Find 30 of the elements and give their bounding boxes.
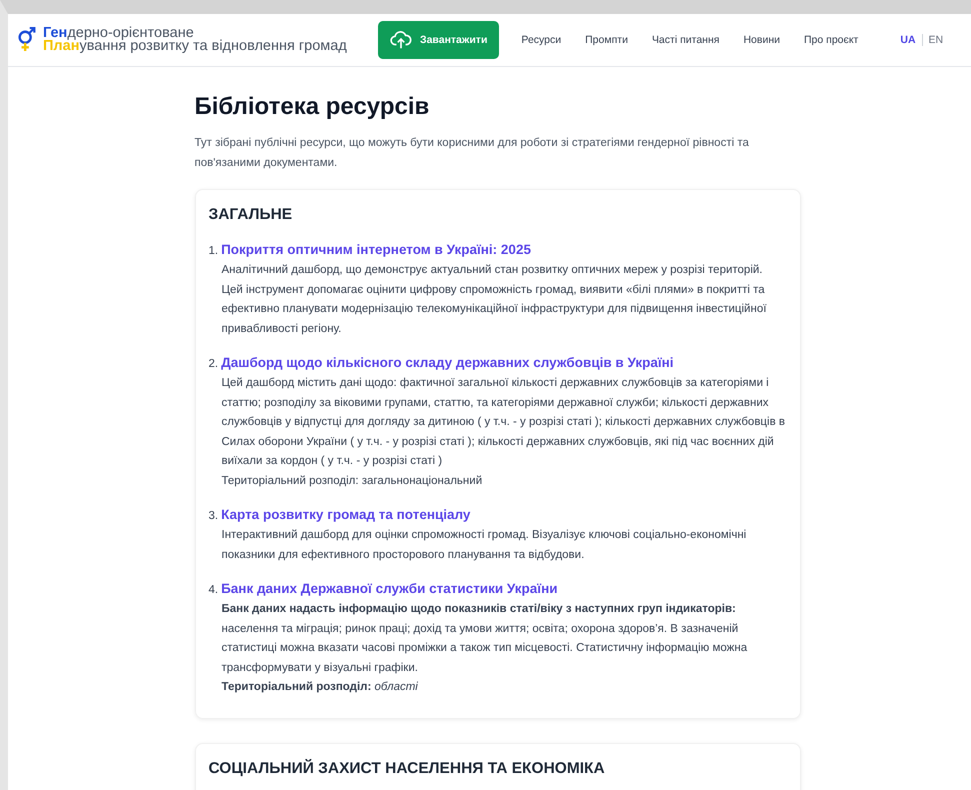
resource-description: Інтерактивний дашборд для оцінки спроможності громад. Візуалізує ключові соціально-економічні показники для ефективного просторового планування та відбудови. (222, 528, 748, 562)
item-number: 2. (208, 358, 218, 370)
resource-link[interactable]: Покриття оптичним інтернетом в Україні: 2025 (221, 242, 531, 257)
upload-button[interactable]: Завантажити (378, 21, 500, 59)
section-title: СОЦІАЛЬНИЙ ЗАХИСТ НАСЕЛЕННЯ ТА ЕКОНОМІКА (208, 760, 606, 778)
item-number: 1. (208, 245, 218, 257)
item-number: 3. (208, 510, 218, 522)
item-number: 4. (208, 584, 218, 596)
logo-line: Планування розвитку та відновлення громад (43, 40, 347, 53)
intro-text: Тут зібрані публічні ресурси, що можуть бути корисними для роботи зі стратегіями гендерної рівності та пов'язаними документами. (194, 136, 750, 171)
resource-link[interactable]: Дашборд щодо кількісного складу державних службовців в Україні (221, 355, 674, 370)
resource-description: Банк даних надасть інформацію щодо показників статі/віку з наступних груп індикаторів: населення та міграція; ринок праці; дохід та умови життя; освіта; охорона здоров’я. В зазначеній статистиці можна вказати часові проміжки а також тип місцевості. Статистичну інформацію можна трансформувати у візуальні графіки. (222, 602, 748, 676)
resource-description: Аналітичний дашборд, що демонструє актуальний стан розвитку оптичних мереж у розрізі територій. Цей інструмент допомагає оцінити цифрову спроможність громад, виявити «білі плями» в покритті та ефективно планувати модернізацію телекомунікаційної інфраструктури для підвищення інвестиційної привабливості регіону. (222, 263, 768, 336)
logo-line: Гендерно-орієнтоване (43, 27, 195, 40)
nav-link[interactable]: Ресурси (521, 34, 562, 46)
language-link[interactable]: UA (900, 34, 916, 46)
language-link[interactable]: EN (928, 34, 944, 46)
resource-description: Цей дашборд містить дані щодо: фактичної загальної кількості державних службовців за категоріями і статтю; розподілу за віковими групами, статтю, та категоріями державної служби; кількості державних службовців у відпустці для догляду за дитиною ( у т.ч. - у розрізі статі ); кількості державних службовців в Силах оборони України ( у т.ч. - у розрізі статі ); кількості державних службовців, які під час воєнних дій виїхали за кордон ( у т.ч. - у розрізі статі ) (222, 376, 786, 469)
nav-link[interactable]: Часті питання (652, 34, 720, 46)
nav-link[interactable]: Новини (743, 34, 780, 46)
page-title: Бібліотека ресурсів (194, 93, 430, 121)
cloud-upload-icon (390, 29, 412, 51)
nav-link[interactable]: Промпти (585, 34, 628, 46)
nav-link[interactable]: Про проєкт (804, 34, 858, 46)
territorial-note: Територіальний розподіл: області (222, 680, 419, 695)
territorial-note: Територіальний розподіл: загальнонаціональний (222, 474, 484, 488)
section-title: ЗАГАЛЬНЕ (208, 206, 294, 224)
gender-symbol-icon (16, 27, 38, 53)
resource-link[interactable]: Карта розвитку громад та потенціалу (221, 507, 470, 522)
resource-link[interactable]: Банк даних Державної служби статистики України (221, 581, 558, 596)
